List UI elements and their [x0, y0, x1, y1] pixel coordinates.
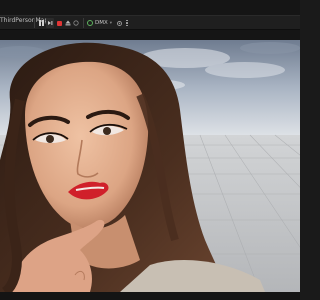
play-toolbar: ThirdPersonMap▾: [0, 15, 300, 30]
eject-button[interactable]: [64, 18, 72, 28]
play-mode-label: DMX: [95, 20, 108, 26]
editor-window: ThirdPersonMap▾: [0, 0, 300, 300]
record-button[interactable]: [72, 18, 80, 28]
stop-button[interactable]: [55, 18, 63, 28]
frame-icon: [47, 20, 53, 26]
pause-button[interactable]: [37, 18, 45, 28]
stop-icon: [56, 20, 62, 26]
level-viewport[interactable]: [0, 40, 300, 292]
viewport-scene: [0, 40, 300, 292]
play-mode-dropdown[interactable]: DMX ▾: [87, 18, 112, 28]
eject-icon: [65, 20, 71, 26]
settings-button[interactable]: [115, 18, 123, 28]
pause-icon: [38, 20, 44, 26]
chevron-down-icon: ▾: [109, 20, 113, 26]
toolbar-separator: [34, 18, 35, 28]
globe-icon: [87, 20, 93, 26]
record-icon: [73, 20, 79, 26]
toolbar: ThirdPersonMap▾: [0, 0, 300, 40]
gear-icon: [116, 20, 122, 26]
frame-skip-button[interactable]: [46, 18, 54, 28]
bottom-bar: [0, 292, 300, 300]
kebab-icon[interactable]: [125, 18, 129, 28]
toolbar-separator: [83, 18, 84, 28]
